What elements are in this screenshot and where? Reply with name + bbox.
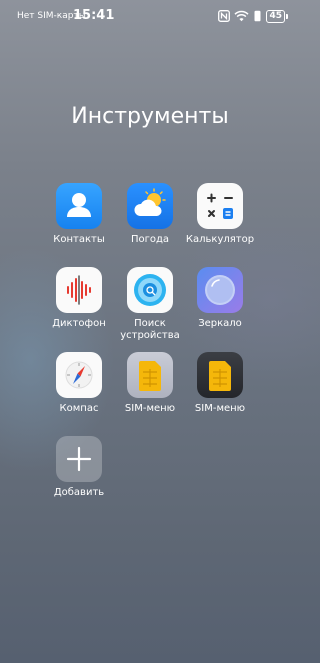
app-weather[interactable]: Погода: [110, 183, 190, 246]
status-bar: Нет SIM-карты 15:41 45: [0, 0, 300, 32]
app-contacts[interactable]: Контакты: [39, 183, 119, 246]
app-label: SIM-меню: [194, 403, 246, 414]
folder-title[interactable]: Инструменты: [0, 104, 300, 129]
app-label: Калькулятор: [185, 234, 255, 245]
app-recorder[interactable]: Диктофон: [39, 267, 119, 330]
app-sim-menu-1[interactable]: SIM-меню: [110, 352, 190, 415]
app-label: Погода: [130, 234, 170, 245]
app-mirror[interactable]: Зеркало: [180, 267, 260, 330]
app-find-device[interactable]: Поиск устройства: [110, 267, 190, 342]
app-label: Зеркало: [198, 318, 242, 329]
contacts-icon: [56, 183, 102, 229]
wifi-icon: [234, 10, 249, 22]
add-icon: [56, 436, 102, 482]
recorder-icon: [56, 267, 102, 313]
app-calculator[interactable]: Калькулятор: [180, 183, 260, 246]
add-app-button[interactable]: Добавить: [39, 436, 119, 499]
mirror-icon: [197, 267, 243, 313]
nfc-icon: [218, 10, 231, 22]
app-compass[interactable]: Компас: [39, 352, 119, 415]
app-label: Поиск устройства: [120, 318, 180, 341]
app-label: Добавить: [53, 487, 105, 498]
app-label: Компас: [59, 403, 99, 414]
vibrate-icon: [253, 10, 262, 22]
sim-card-icon: [197, 352, 243, 398]
battery-icon: 45: [266, 9, 288, 23]
find-device-icon: [127, 267, 173, 313]
app-label: Контакты: [53, 234, 105, 245]
system-icons: 45: [218, 9, 288, 23]
app-label: Диктофон: [52, 318, 106, 329]
calculator-icon: [197, 183, 243, 229]
sim-card-icon: [127, 352, 173, 398]
weather-icon: [127, 183, 173, 229]
compass-icon: [56, 352, 102, 398]
clock: 15:41: [73, 8, 115, 23]
battery-level: 45: [266, 9, 285, 23]
app-sim-menu-2[interactable]: SIM-меню: [180, 352, 260, 415]
app-label: SIM-меню: [124, 403, 176, 414]
